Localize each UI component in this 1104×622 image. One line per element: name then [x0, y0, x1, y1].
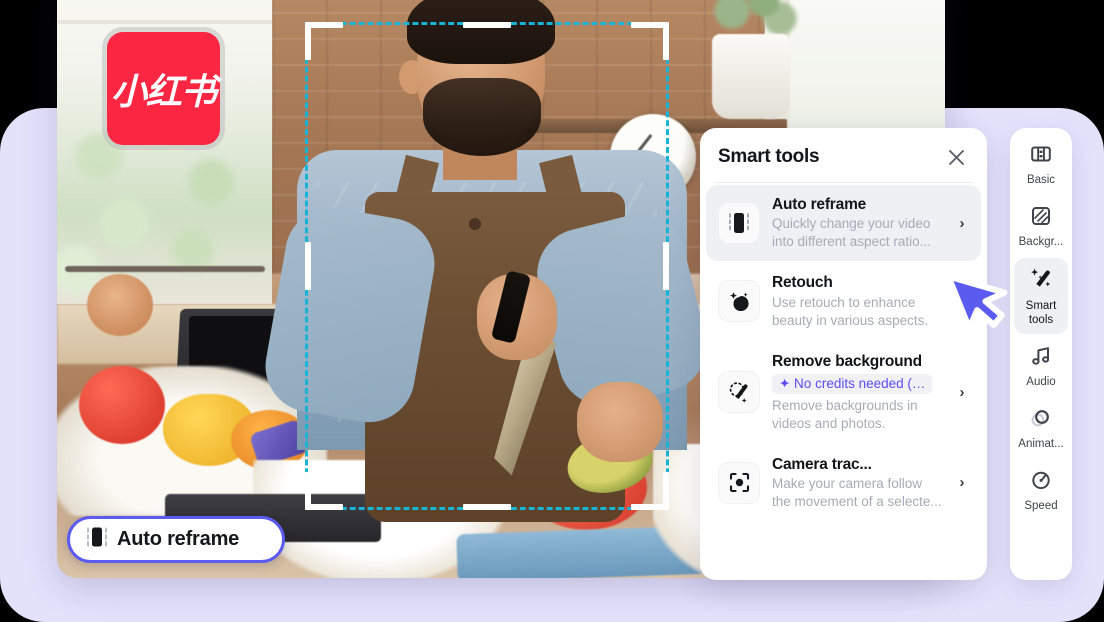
- tool-item-remove-background[interactable]: Remove background ✦ No credits needed (……: [706, 342, 981, 443]
- close-icon[interactable]: [943, 144, 969, 170]
- rail-label: Smart tools: [1025, 300, 1057, 326]
- tool-name: Remove background: [772, 352, 922, 370]
- tool-text: Retouch Use retouch to enhance beauty in…: [772, 273, 943, 329]
- chevron-right-icon[interactable]: ›: [955, 293, 969, 310]
- tool-name: Auto reframe: [772, 196, 867, 213]
- camera-tracking-icon: [718, 461, 760, 504]
- no-credits-badge: ✦ No credits needed (…: [772, 373, 933, 394]
- phone-frame-icon: [86, 525, 108, 554]
- speedometer-icon: [1029, 468, 1053, 497]
- tool-description: Use retouch to enhance beauty in various…: [772, 294, 929, 328]
- smart-tools-panel: Smart tools Auto reframe Quickly change …: [700, 128, 987, 580]
- animation-rings-icon: [1029, 406, 1053, 435]
- rail-item-animation[interactable]: Animat...: [1014, 398, 1068, 458]
- rail-label: Audio: [1026, 375, 1056, 388]
- smart-tools-title: Smart tools: [718, 146, 820, 167]
- tool-item-auto-reframe[interactable]: Auto reframe Quickly change your video i…: [706, 185, 981, 262]
- smart-tools-header: Smart tools: [700, 128, 987, 180]
- magic-wand-icon: [718, 371, 760, 414]
- tool-description: Remove backgrounds in videos and photos.: [772, 397, 918, 431]
- tool-text: Auto reframe Quickly change your video i…: [772, 195, 943, 251]
- tool-name: Retouch: [772, 274, 833, 292]
- tool-text: Remove background ✦ No credits needed (……: [772, 352, 943, 433]
- chevron-right-icon[interactable]: ›: [955, 215, 969, 232]
- film-strip-icon: [1029, 142, 1053, 171]
- auto-reframe-label: Auto reframe: [117, 528, 240, 550]
- rail-item-speed[interactable]: Speed: [1014, 460, 1068, 520]
- rail-item-smart-tools[interactable]: Smart tools: [1014, 258, 1068, 334]
- rail-item-background[interactable]: Backgr...: [1014, 196, 1068, 256]
- tool-text: Camera trac... Make your camera follow t…: [772, 455, 943, 511]
- hatched-square-icon: [1029, 204, 1053, 233]
- chevron-right-icon[interactable]: ›: [955, 474, 969, 491]
- rail-label: Animat...: [1018, 438, 1064, 451]
- xiaohongshu-logo-text: 小红书: [110, 71, 217, 113]
- rail-item-basic[interactable]: Basic: [1014, 134, 1068, 194]
- tool-item-retouch[interactable]: Retouch Use retouch to enhance beauty in…: [706, 263, 981, 339]
- chef-figure: [247, 0, 717, 522]
- auto-reframe-button[interactable]: Auto reframe: [67, 516, 285, 563]
- tool-description: Make your camera follow the movement of …: [772, 476, 942, 510]
- rail-item-audio[interactable]: Audio: [1014, 336, 1068, 396]
- chevron-right-icon[interactable]: ›: [955, 384, 969, 401]
- phone-frame-icon: [718, 202, 760, 245]
- tool-description: Quickly change your video into different…: [772, 216, 931, 250]
- rail-label: Speed: [1024, 500, 1058, 513]
- xiaohongshu-logo: 小红书: [107, 32, 220, 145]
- right-tool-rail: Basic Backgr... Smart tools Audio Animat…: [1010, 128, 1072, 580]
- magic-wand-icon: [1028, 266, 1054, 297]
- rail-label: Basic: [1026, 174, 1056, 186]
- rail-label: Backgr...: [1018, 236, 1064, 249]
- tool-item-camera-tracking[interactable]: Camera trac... Make your camera follow t…: [706, 445, 981, 521]
- music-note-icon: [1029, 344, 1053, 373]
- retouch-sparkle-icon: [718, 280, 760, 323]
- panel-divider: [714, 182, 973, 183]
- tool-name: Camera trac...: [772, 455, 872, 473]
